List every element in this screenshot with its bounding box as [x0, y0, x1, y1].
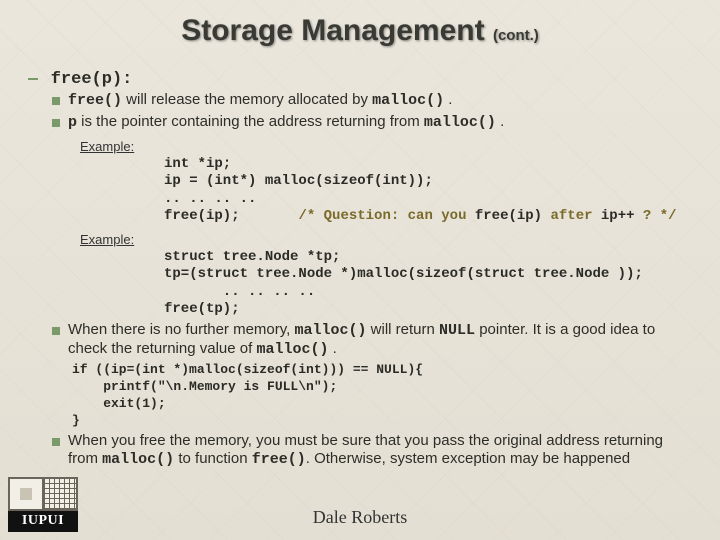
code-block-1: int *ip; ip = (int*) malloc(sizeof(int))…	[164, 156, 696, 226]
title-main: Storage Management	[181, 14, 484, 47]
text: is the pointer containing the address re…	[77, 113, 424, 130]
text: When there is no further memory,	[68, 321, 294, 338]
text: .	[496, 113, 504, 130]
code-malloc: malloc()	[294, 322, 366, 339]
bullet-4: When you free the memory, you must be su…	[52, 432, 696, 471]
code-free: free()	[68, 92, 122, 109]
code-malloc: malloc()	[372, 92, 444, 109]
code-p: p	[68, 114, 77, 131]
example-label-2: Example:	[80, 232, 696, 247]
code-malloc: malloc()	[102, 451, 174, 468]
text: .	[328, 340, 336, 357]
bullet-2: p is the pointer containing the address …	[52, 113, 696, 133]
text: .	[444, 91, 452, 108]
code-free: free()	[252, 451, 306, 468]
text: will return	[367, 321, 440, 338]
text: will release the memory allocated by	[122, 91, 372, 108]
code-block-3: if ((ip=(int *)malloc(sizeof(int))) == N…	[72, 362, 696, 430]
footer-author: Dale Roberts	[0, 507, 720, 528]
slide-title: Storage Management (cont.)	[24, 14, 696, 48]
logo-graphic	[8, 477, 78, 511]
heading-free: free(p):	[28, 68, 696, 89]
code-malloc: malloc()	[256, 341, 328, 358]
code-block-2: struct tree.Node *tp; tp=(struct tree.No…	[164, 249, 696, 319]
code-malloc: malloc()	[424, 114, 496, 131]
logo-text: IUPUI	[8, 511, 78, 532]
code-null: NULL	[439, 322, 475, 339]
free-code: free(p):	[51, 70, 133, 89]
example-label-1: Example:	[80, 139, 696, 154]
title-cont: (cont.)	[493, 27, 539, 44]
bullet-1: free() will release the memory allocated…	[52, 91, 696, 111]
iupui-logo: IUPUI	[8, 477, 78, 532]
text: . Otherwise, system exception may be hap…	[306, 450, 630, 467]
text: to function	[174, 450, 252, 467]
bullet-3: When there is no further memory, malloc(…	[52, 321, 696, 361]
